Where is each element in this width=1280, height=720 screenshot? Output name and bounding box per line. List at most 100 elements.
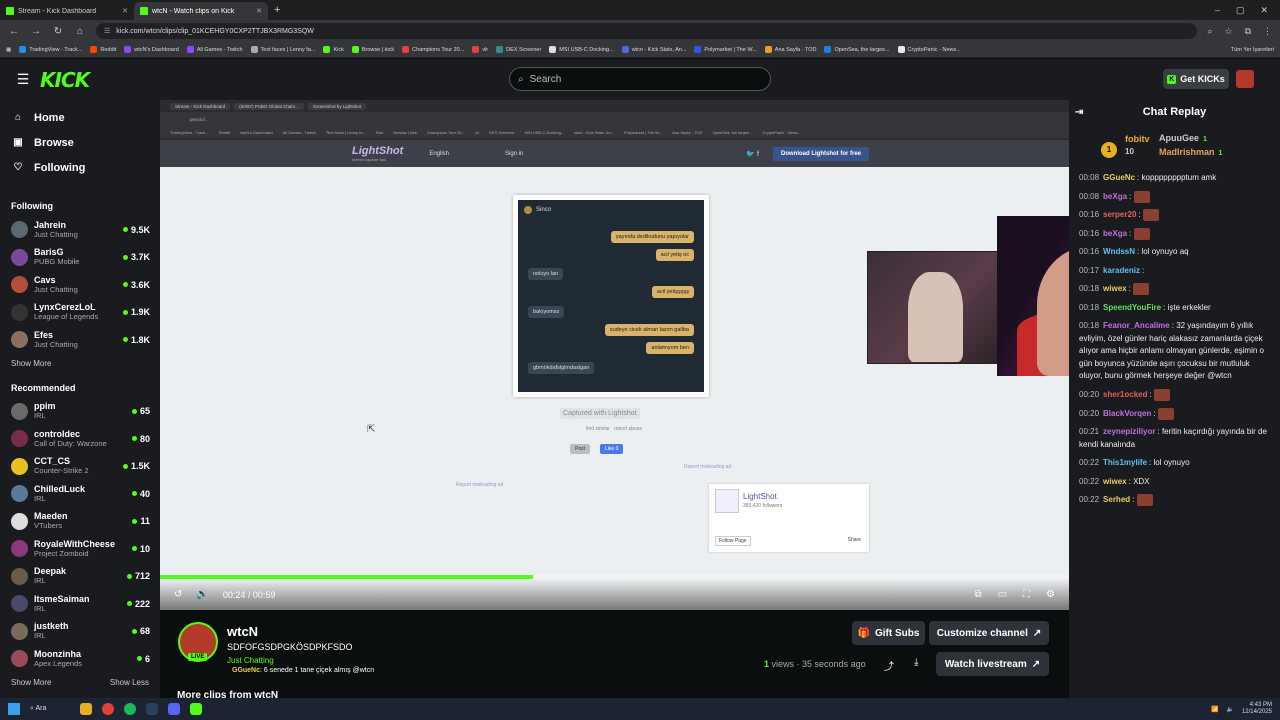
new-tab-button[interactable]: + xyxy=(268,2,286,20)
maximize-icon[interactable]: ▢ xyxy=(1236,5,1245,16)
replay-icon[interactable]: ↺ xyxy=(174,589,182,600)
bookmark-item[interactable]: wtcN's Dashboard xyxy=(124,46,179,53)
settings-icon[interactable]: ⚙ xyxy=(1046,589,1055,600)
show-less-button[interactable]: Show Less xyxy=(110,678,149,688)
gifter-name[interactable]: fobitv xyxy=(1125,134,1150,144)
discord-icon[interactable] xyxy=(168,703,180,715)
url-input[interactable]: ☰ kick.com/wtcn/clips/clip_01KCEHGY0CXP2T… xyxy=(96,23,1198,39)
chat-username[interactable]: sher1ocked xyxy=(1103,390,1147,399)
chat-username[interactable]: serper20 xyxy=(1103,210,1136,219)
user-avatar[interactable] xyxy=(1236,70,1254,88)
chat-username[interactable]: zeynepiziliyor xyxy=(1103,427,1155,436)
sidebar-item-home[interactable]: ⌂ Home xyxy=(0,105,160,130)
bookmark-item[interactable]: TradingView - Track... xyxy=(19,46,82,53)
share-icon[interactable]: ⤴ xyxy=(884,658,894,673)
sidebar-channel[interactable]: ppim IRL 65 xyxy=(0,398,160,426)
bookmark-item[interactable]: DEX Screener xyxy=(496,46,541,53)
obs-icon[interactable] xyxy=(190,703,202,715)
video-player[interactable]: Stream - Kick Dashboard (60/67) PUBG Glob… xyxy=(160,100,1069,610)
bookmark-star-icon[interactable]: ☆ xyxy=(1224,26,1232,37)
zoom-icon[interactable]: ⌕ xyxy=(1207,26,1212,37)
site-info-icon[interactable]: ☰ xyxy=(104,27,110,35)
sidebar-channel[interactable]: justketh IRL 68 xyxy=(0,618,160,646)
home-browser-icon[interactable]: ⌂ xyxy=(74,26,86,37)
collapse-chat-icon[interactable]: ⇥ xyxy=(1075,107,1083,118)
browser-tab[interactable]: Stream - Kick Dashboard ✕ xyxy=(0,2,134,20)
taskbar-search[interactable]: ⌕ Ara xyxy=(30,705,70,713)
sidebar-channel[interactable]: CCT_CS Counter-Strike 2 1.5K xyxy=(0,453,160,481)
show-more-recommended-button[interactable]: Show More xyxy=(11,678,51,688)
chat-username[interactable]: wiwex xyxy=(1103,284,1127,293)
bookmark-item[interactable]: Champions Tour 20... xyxy=(402,46,464,53)
chat-username[interactable]: WndssN xyxy=(1103,247,1135,256)
extensions-icon[interactable]: ⧉ xyxy=(1245,26,1251,37)
customize-channel-button[interactable]: Customize channel ↗ xyxy=(929,621,1049,645)
clock[interactable]: 4:43 PM 12/14/2025 xyxy=(1242,702,1272,715)
theater-icon[interactable]: ▭ xyxy=(998,589,1007,600)
sidebar-channel[interactable]: Cavs Just Chatting 3.6K xyxy=(0,271,160,299)
sidebar-channel[interactable]: Moonzinha Apex Legends 6 xyxy=(0,645,160,673)
gift-subs-button[interactable]: 🎁 Gift Subs xyxy=(852,621,925,645)
chat-username[interactable]: wiwex xyxy=(1103,477,1127,486)
hamburger-menu-icon[interactable]: ☰ xyxy=(14,71,32,88)
fullscreen-icon[interactable]: ⛶ xyxy=(1023,589,1030,600)
sidebar-channel[interactable]: Deepak IRL 712 xyxy=(0,563,160,591)
chat-username[interactable]: This1mylife xyxy=(1103,458,1147,467)
speaker-icon[interactable]: 🔈 xyxy=(1226,706,1233,713)
all-bookmarks-item[interactable]: Tüm Yer İşaretleri xyxy=(1231,47,1274,53)
search-input[interactable]: ⌕ Search xyxy=(509,67,771,91)
close-icon[interactable]: ✕ xyxy=(122,7,128,15)
bookmark-item[interactable]: vlr xyxy=(472,46,488,53)
chat-username[interactable]: Serhed xyxy=(1103,495,1130,504)
chat-username[interactable]: BlackVorqen xyxy=(1103,409,1151,418)
bookmark-item[interactable]: Browse | kick xyxy=(351,46,394,53)
bookmark-item[interactable]: Polymarket | The W... xyxy=(694,46,757,53)
back-icon[interactable]: ← xyxy=(8,26,20,37)
watch-livestream-button[interactable]: Watch livestream ↗ xyxy=(936,652,1049,676)
volume-icon[interactable]: 🔊 xyxy=(196,589,208,600)
get-kicks-button[interactable]: K Get KICKs xyxy=(1163,69,1229,89)
chat-username[interactable]: Feanor_Ancalime xyxy=(1103,321,1170,330)
sidebar-channel[interactable]: Jahrein Just Chatting 9.5K xyxy=(0,216,160,244)
sidebar-item-following[interactable]: ♡ Following xyxy=(0,155,160,180)
sidebar-channel[interactable]: BarisG PUBG Mobile 3.7K xyxy=(0,244,160,272)
chat-username[interactable]: SpeendYouFire xyxy=(1103,303,1161,312)
steam-icon[interactable] xyxy=(146,703,158,715)
chat-username[interactable]: GGueNc xyxy=(1103,173,1135,182)
sidebar-item-browse[interactable]: ▣ Browse xyxy=(0,130,160,155)
bookmark-item[interactable]: Text faces | Lenny fa... xyxy=(250,46,315,53)
sidebar-channel[interactable]: ChilledLuck IRL 40 xyxy=(0,480,160,508)
apps-icon[interactable]: ▦ xyxy=(6,47,11,53)
show-more-following-button[interactable]: Show More xyxy=(11,359,51,369)
bookmark-item[interactable]: wtcn - Kick Stats, An... xyxy=(621,46,686,53)
bookmark-item[interactable]: CryptoPanic - News... xyxy=(897,46,961,53)
sidebar-channel[interactable]: RoyaleWithCheese Project Zomboid 10 xyxy=(0,535,160,563)
bookmark-item[interactable]: MSI USB-C Docking... xyxy=(549,46,614,53)
chat-username[interactable]: beXga xyxy=(1103,229,1127,238)
reload-icon[interactable]: ↻ xyxy=(52,26,64,37)
bookmark-item[interactable]: OpenSea, the larges... xyxy=(824,46,890,53)
kick-logo[interactable]: KICK xyxy=(40,68,90,92)
gifter-name[interactable]: ApuuGee xyxy=(1159,133,1199,143)
streamer-name[interactable]: wtcN xyxy=(227,624,258,639)
bookmark-item[interactable]: All Games - Twitch xyxy=(186,46,243,53)
close-icon[interactable]: ✕ xyxy=(256,7,262,15)
pip-icon[interactable]: ⧉ xyxy=(974,589,981,600)
chat-username[interactable]: beXga xyxy=(1103,192,1127,201)
sidebar-channel[interactable]: Maeden VTubers 11 xyxy=(0,508,160,536)
chrome-icon[interactable] xyxy=(102,703,114,715)
file-explorer-icon[interactable] xyxy=(80,703,92,715)
gifter-name[interactable]: MadIrishman xyxy=(1159,147,1215,157)
sidebar-channel[interactable]: LynxCerezLoL League of Legends 1.9K xyxy=(0,299,160,327)
download-icon[interactable]: ⤓ xyxy=(914,657,918,668)
minimize-icon[interactable]: – xyxy=(1215,5,1220,15)
wifi-icon[interactable]: 📶 xyxy=(1211,706,1218,713)
bookmark-item[interactable]: Kick xyxy=(323,46,344,53)
windows-start-icon[interactable] xyxy=(8,703,20,715)
menu-dots-icon[interactable]: ⋮ xyxy=(1263,26,1272,37)
clip-category[interactable]: Just Chatting xyxy=(227,656,274,665)
chat-username[interactable]: karadeniz xyxy=(1103,266,1140,275)
sidebar-channel[interactable]: controldec Call of Duty: Warzone 80 xyxy=(0,425,160,453)
bookmark-item[interactable]: Ana Sayfa - TOD xyxy=(764,46,816,53)
bookmark-item[interactable]: Reddit xyxy=(90,46,116,53)
